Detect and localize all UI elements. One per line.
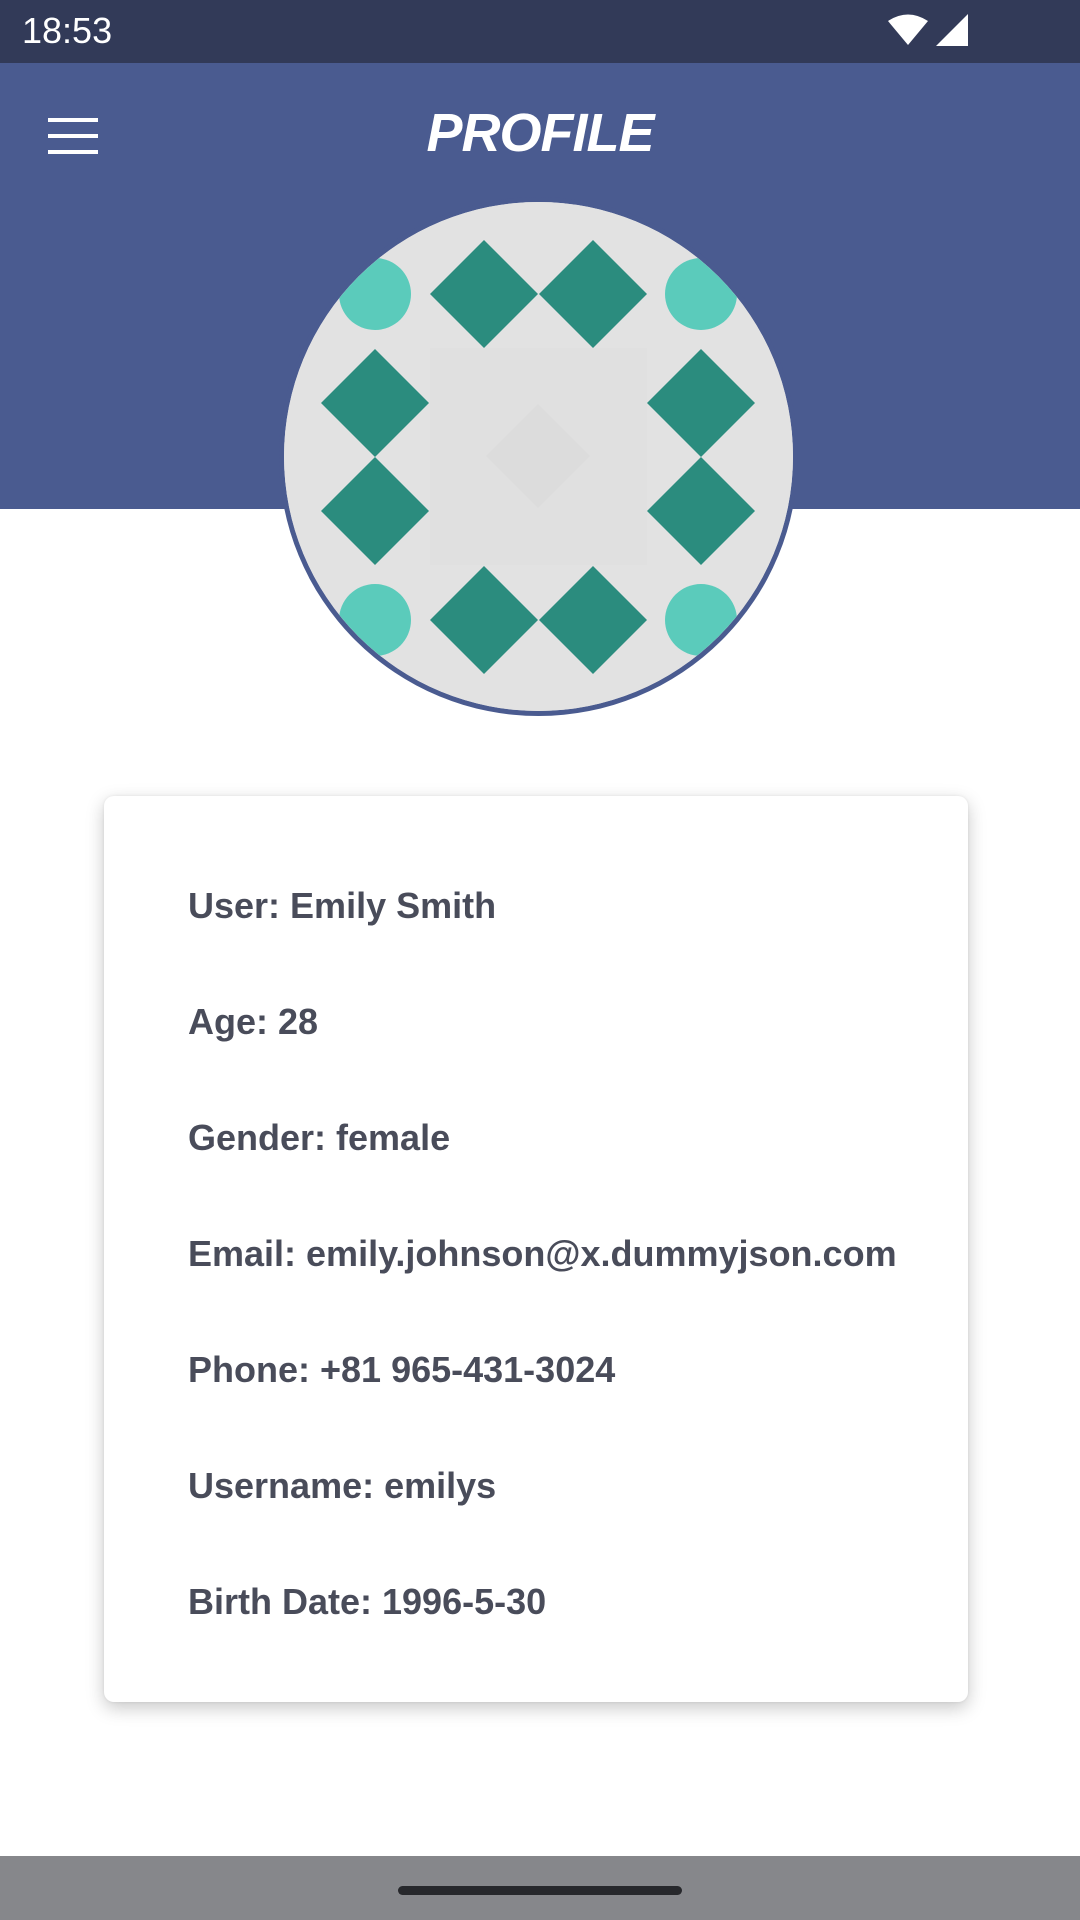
gender-text: Gender: female (188, 1117, 451, 1158)
profile-screen: 18:53 PROFILE User: Emily Smith Age: 28 … (0, 0, 1080, 1920)
identicon-avatar (284, 202, 793, 711)
status-icons (888, 14, 968, 46)
status-bar: 18:53 (0, 0, 1080, 63)
home-gesture-handle[interactable] (398, 1886, 682, 1895)
user-name-text: User: Emily Smith (188, 885, 497, 926)
age-text: Age: 28 (188, 1001, 319, 1042)
avatar-image (284, 202, 793, 711)
phone-text: Phone: +81 965-431-3024 (188, 1349, 616, 1390)
system-nav-bar (0, 1856, 1080, 1920)
avatar (279, 197, 798, 716)
signal-icon (936, 14, 968, 46)
email-text: Email: emily.johnson@x.dummyjson.com (188, 1233, 897, 1274)
wifi-icon (888, 14, 928, 45)
profile-info-card: User: Emily Smith Age: 28 Gender: female… (104, 796, 968, 1702)
username-text: Username: emilys (188, 1465, 497, 1506)
birth-date-text: Birth Date: 1996-5-30 (188, 1581, 547, 1622)
page-title: PROFILE (426, 103, 654, 163)
status-time: 18:53 (22, 10, 113, 51)
